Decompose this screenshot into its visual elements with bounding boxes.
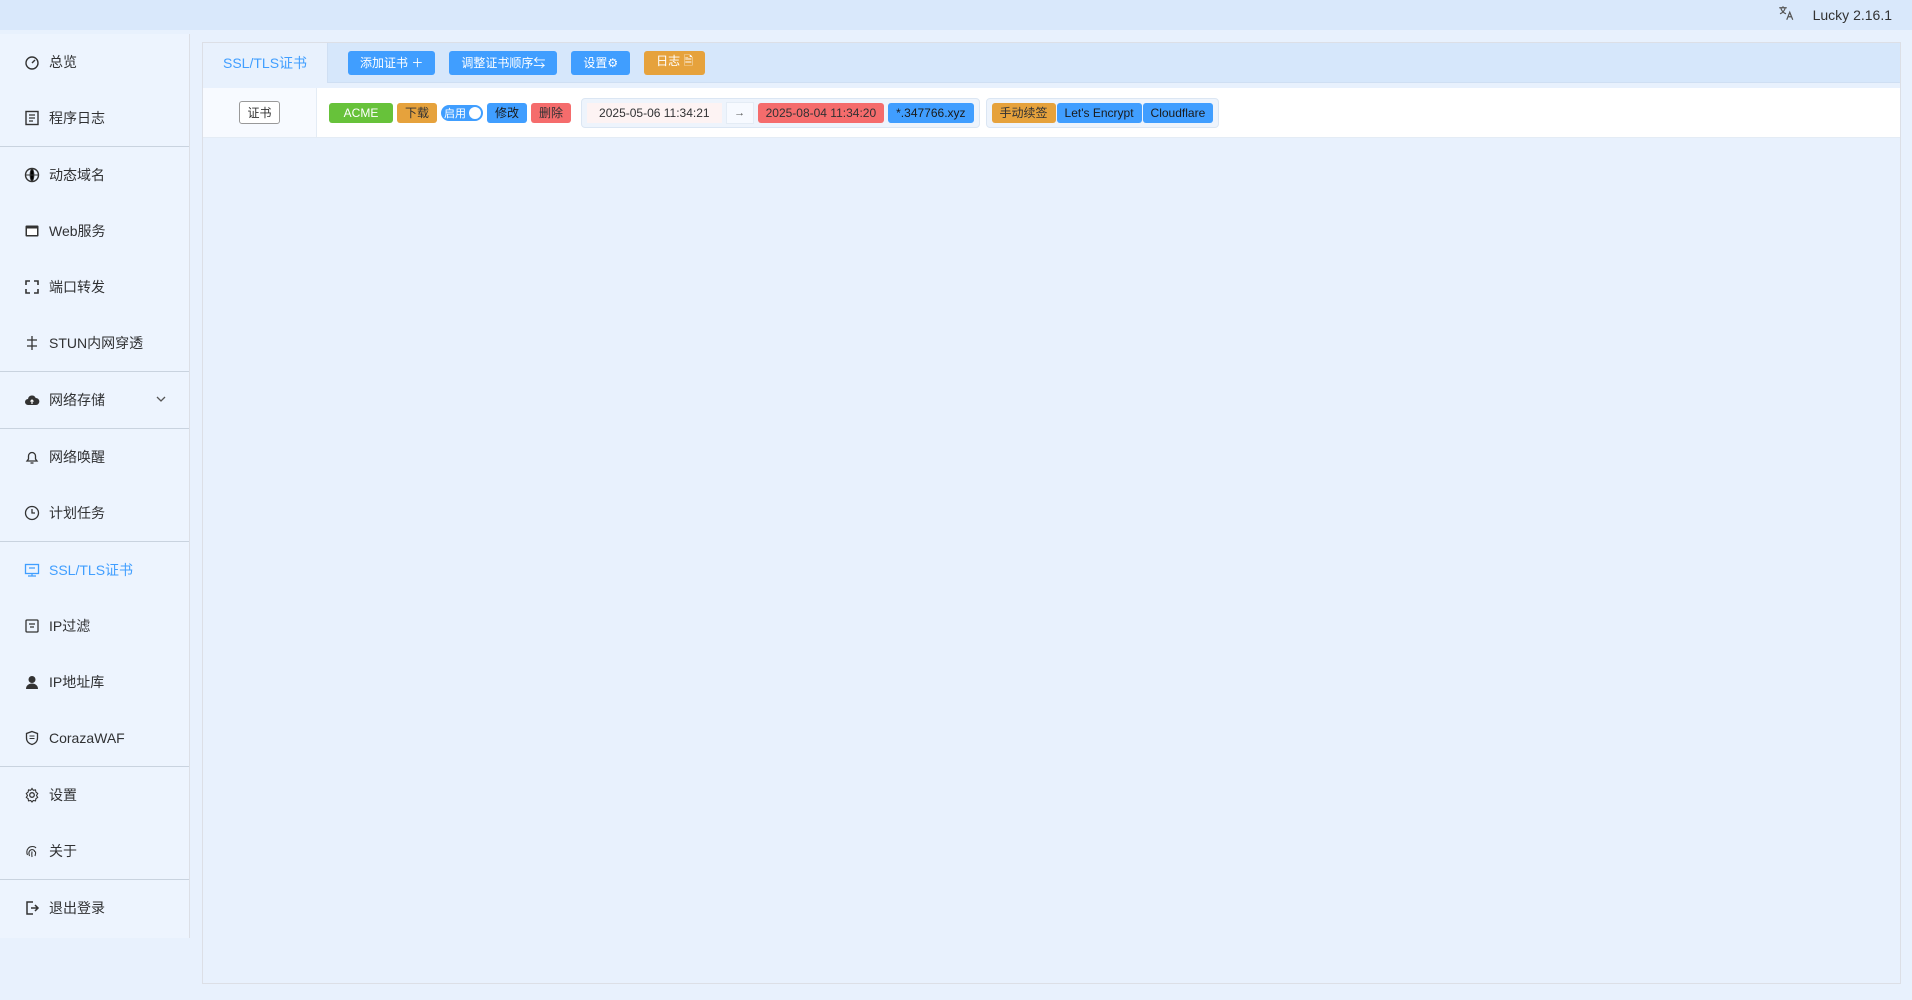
sidebar-item-ip-filter[interactable]: IP过滤 bbox=[0, 598, 189, 654]
sidebar-item-label: 动态域名 bbox=[49, 167, 105, 183]
enable-toggle[interactable]: 启用 bbox=[441, 104, 484, 121]
arrow-right-icon: → bbox=[725, 101, 754, 124]
port-forward-icon bbox=[24, 279, 40, 295]
edit-button[interactable]: 修改 bbox=[487, 102, 528, 123]
sidebar-item-ssl-tls[interactable]: SSL/TLS证书 bbox=[0, 542, 189, 598]
sidebar-item-ddns[interactable]: 动态域名 bbox=[0, 147, 189, 203]
sidebar-item-label: 端口转发 bbox=[49, 279, 105, 295]
sidebar-item-label: Web服务 bbox=[49, 223, 106, 239]
sidebar-group-2: 动态域名 Web服务 端口转发 STUN内网穿透 bbox=[0, 147, 189, 372]
sidebar-group-3: 网络存储 bbox=[0, 372, 189, 429]
settings-button[interactable]: 设置⚙ bbox=[571, 50, 631, 75]
tab-ssl-tls[interactable]: SSL/TLS证书 bbox=[203, 42, 329, 83]
sidebar-item-stun[interactable]: STUN内网穿透 bbox=[0, 315, 189, 371]
enable-toggle-label: 启用 bbox=[444, 107, 467, 120]
web-icon bbox=[24, 223, 40, 239]
sidebar-group-7: 退出登录 bbox=[0, 880, 189, 936]
sidebar-item-label: CorazaWAF bbox=[49, 730, 125, 746]
dashboard-icon bbox=[24, 54, 40, 70]
fingerprint-icon bbox=[24, 843, 40, 859]
sidebar-item-program-log[interactable]: 程序日志 bbox=[0, 90, 189, 146]
sidebar-item-label: 网络唤醒 bbox=[49, 449, 105, 465]
sidebar-item-web-service[interactable]: Web服务 bbox=[0, 203, 189, 259]
actions-group: ACME 下载 启用 修改 删除 bbox=[329, 102, 572, 123]
sidebar-item-about[interactable]: 关于 bbox=[0, 823, 189, 879]
top-bar: Lucky 2.16.1 bbox=[0, 0, 1912, 30]
sidebar-item-label: STUN内网穿透 bbox=[49, 335, 144, 351]
gear-icon bbox=[24, 787, 40, 803]
add-certificate-button[interactable]: 添加证书 ＋ bbox=[348, 50, 436, 75]
sidebar-item-coraza-waf[interactable]: CorazaWAF bbox=[0, 710, 189, 766]
sidebar-group-6: 设置 关于 bbox=[0, 767, 189, 880]
bell-icon bbox=[24, 449, 40, 465]
sidebar-item-label: IP地址库 bbox=[49, 674, 105, 690]
sidebar-item-label: 退出登录 bbox=[49, 900, 105, 916]
version-label: Lucky 2.16.1 bbox=[1812, 7, 1892, 23]
log-icon bbox=[24, 110, 40, 126]
chevron-down-icon[interactable] bbox=[155, 393, 167, 405]
tab-bar: SSL/TLS证书 添加证书 ＋ 调整证书顺序⇆ 设置⚙ 日志 🗎 bbox=[203, 42, 1900, 83]
location-icon bbox=[24, 674, 40, 690]
manual-renew-button[interactable]: 手动续签 bbox=[991, 102, 1056, 123]
certificate-row: 证书 ACME 下载 启用 修改 删除 2025-05-06 11:34:21 … bbox=[203, 88, 1900, 138]
sidebar-item-network-storage[interactable]: 网络存储 bbox=[0, 372, 189, 428]
info-group: 手动续签 Let's Encrypt Cloudflare bbox=[985, 97, 1220, 128]
sidebar-item-overview[interactable]: 总览 bbox=[0, 34, 189, 90]
filter-icon bbox=[24, 618, 40, 634]
sidebar-item-label: SSL/TLS证书 bbox=[49, 562, 134, 578]
stun-icon bbox=[24, 335, 40, 351]
sidebar-item-label: 计划任务 bbox=[49, 505, 105, 521]
sidebar-item-wol[interactable]: 网络唤醒 bbox=[0, 429, 189, 485]
sidebar-item-logout[interactable]: 退出登录 bbox=[0, 880, 189, 936]
reorder-certificates-button[interactable]: 调整证书顺序⇆ bbox=[449, 50, 558, 75]
main-panel: SSL/TLS证书 添加证书 ＋ 调整证书顺序⇆ 设置⚙ 日志 🗎 证书 ACM… bbox=[202, 42, 1901, 984]
sidebar-item-scheduled-tasks[interactable]: 计划任务 bbox=[0, 485, 189, 541]
cloud-upload-icon bbox=[24, 392, 40, 408]
type-cell: 证书 bbox=[203, 88, 317, 137]
sidebar-item-label: 设置 bbox=[49, 787, 77, 803]
download-button[interactable]: 下载 bbox=[397, 102, 438, 123]
sidebar-item-port-forward[interactable]: 端口转发 bbox=[0, 259, 189, 315]
shield-icon bbox=[24, 730, 40, 746]
sidebar-group-1: 总览 程序日志 bbox=[0, 34, 189, 147]
sidebar-item-label: 程序日志 bbox=[49, 110, 105, 126]
sidebar-item-ip-database[interactable]: IP地址库 bbox=[0, 654, 189, 710]
type-tag: 证书 bbox=[239, 101, 280, 124]
clock-icon bbox=[24, 505, 40, 521]
sidebar-item-label: IP过滤 bbox=[49, 618, 91, 634]
logout-icon bbox=[24, 900, 40, 916]
sidebar-item-label: 总览 bbox=[49, 54, 77, 70]
sidebar-group-4: 网络唤醒 计划任务 bbox=[0, 429, 189, 542]
sidebar-group-5: SSL/TLS证书 IP过滤 IP地址库 CorazaWAF bbox=[0, 542, 189, 767]
sidebar: 总览 程序日志 动态域名 Web服务 端口转发 STUN内网穿透 网络存储 网络… bbox=[0, 34, 190, 938]
delete-button[interactable]: 删除 bbox=[531, 102, 572, 123]
toggle-knob bbox=[469, 106, 482, 119]
log-button[interactable]: 日志 🗎 bbox=[644, 50, 706, 75]
dns-icon bbox=[24, 167, 40, 183]
certificate-icon bbox=[24, 562, 40, 578]
sidebar-item-settings[interactable]: 设置 bbox=[0, 767, 189, 823]
ca-tag: Let's Encrypt bbox=[1056, 102, 1142, 123]
start-date: 2025-05-06 11:34:21 bbox=[587, 102, 722, 123]
domain-tag: *.347766.xyz bbox=[888, 102, 974, 123]
translate-icon[interactable] bbox=[1777, 4, 1795, 27]
sidebar-item-label: 关于 bbox=[49, 843, 77, 859]
mode-tag: ACME bbox=[329, 102, 393, 123]
dns-provider-tag: Cloudflare bbox=[1142, 102, 1214, 123]
end-date: 2025-08-04 11:34:20 bbox=[757, 102, 885, 123]
validity-group: 2025-05-06 11:34:21 → 2025-08-04 11:34:2… bbox=[581, 97, 980, 128]
sidebar-item-label: 网络存储 bbox=[49, 392, 105, 408]
